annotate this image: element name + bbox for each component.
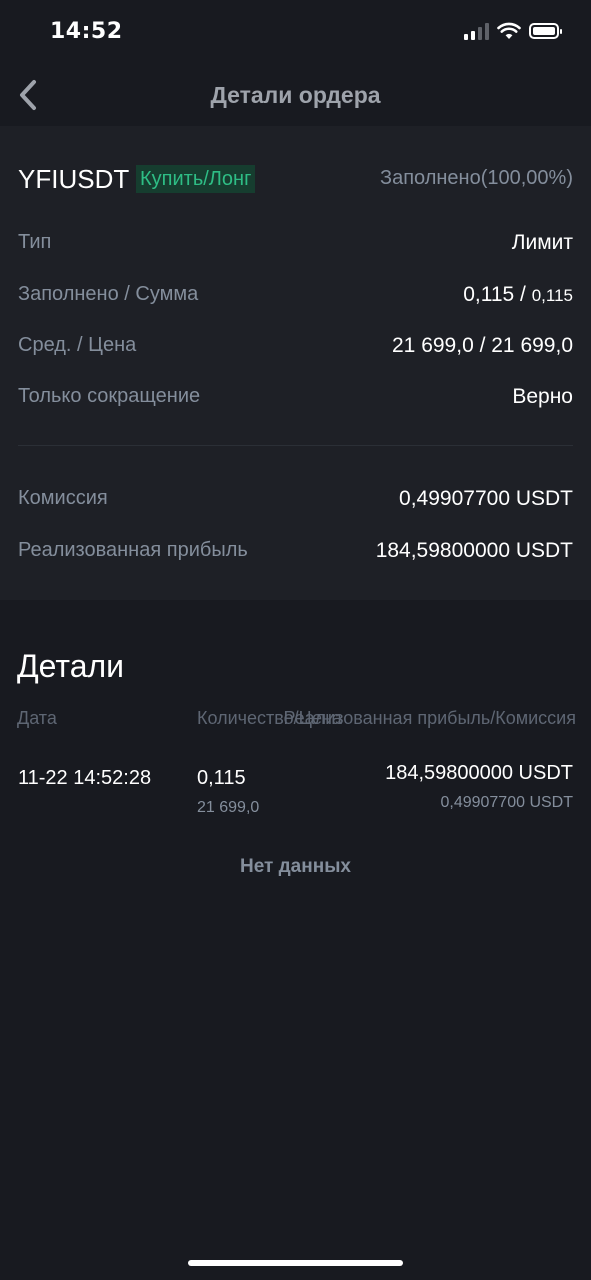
column-header-pnl-fee: Реализованная прибыль/Комиссия <box>283 708 576 728</box>
filled-row: Заполнено / Сумма 0,115 / 0,115 <box>18 283 573 313</box>
page-title: Детали ордера <box>210 82 381 108</box>
type-row: Тип Лимит <box>18 231 573 261</box>
trade-fee: 0,49907700 USDT <box>440 794 573 811</box>
trade-price: 21 699,0 <box>197 799 260 816</box>
details-title: Детали <box>17 648 125 684</box>
filled-total: 0,115 <box>531 286 573 305</box>
fee-value: 0,49907700 USDT <box>399 487 573 510</box>
filled-amount: 0,115 / <box>463 283 532 306</box>
cellular-signal-icon <box>464 22 489 40</box>
pnl-label: Реализованная прибыль <box>18 539 248 561</box>
divider <box>18 445 573 446</box>
status-icons <box>464 22 562 40</box>
side-badge: Купить/Лонг <box>136 165 256 193</box>
avg-price-row: Сред. / Цена 21 699,0 / 21 699,0 <box>18 334 573 364</box>
type-value: Лимит <box>511 231 573 254</box>
symbol-row: YFIUSDT Купить/Лонг Заполнено(100,00%) <box>18 164 573 194</box>
order-summary-card: YFIUSDT Купить/Лонг Заполнено(100,00%) Т… <box>0 126 591 600</box>
type-label: Тип <box>18 231 52 253</box>
no-data-label: Нет данных <box>240 856 351 877</box>
fee-row: Комиссия 0,49907700 USDT <box>18 487 573 517</box>
status-bar: 14:52 <box>0 0 591 64</box>
avg-price-label: Сред. / Цена <box>18 334 137 356</box>
trade-date: 11-22 14:52:28 <box>18 767 152 789</box>
pnl-row: Реализованная прибыль 184,59800000 USDT <box>18 539 573 569</box>
trade-pnl: 184,59800000 USDT <box>385 762 573 784</box>
fill-status: Заполнено(100,00%) <box>380 167 573 189</box>
reduce-only-row: Только сокращение Верно <box>18 385 573 415</box>
nav-bar: Детали ордера <box>0 64 591 126</box>
wifi-icon <box>497 22 521 39</box>
status-time: 14:52 <box>50 19 123 44</box>
avg-price-value: 21 699,0 / 21 699,0 <box>392 334 573 357</box>
reduce-only-label: Только сокращение <box>18 385 201 407</box>
home-indicator[interactable] <box>188 1260 403 1266</box>
pnl-value: 184,59800000 USDT <box>375 539 573 562</box>
symbol: YFIUSDT <box>18 164 130 194</box>
battery-icon <box>529 23 562 39</box>
filled-value: 0,115 / 0,115 <box>463 283 573 307</box>
fee-label: Комиссия <box>18 487 108 509</box>
reduce-only-value: Верно <box>512 385 573 408</box>
column-header-date: Дата <box>17 708 57 728</box>
filled-label: Заполнено / Сумма <box>18 283 199 305</box>
trade-qty: 0,115 <box>197 767 246 789</box>
